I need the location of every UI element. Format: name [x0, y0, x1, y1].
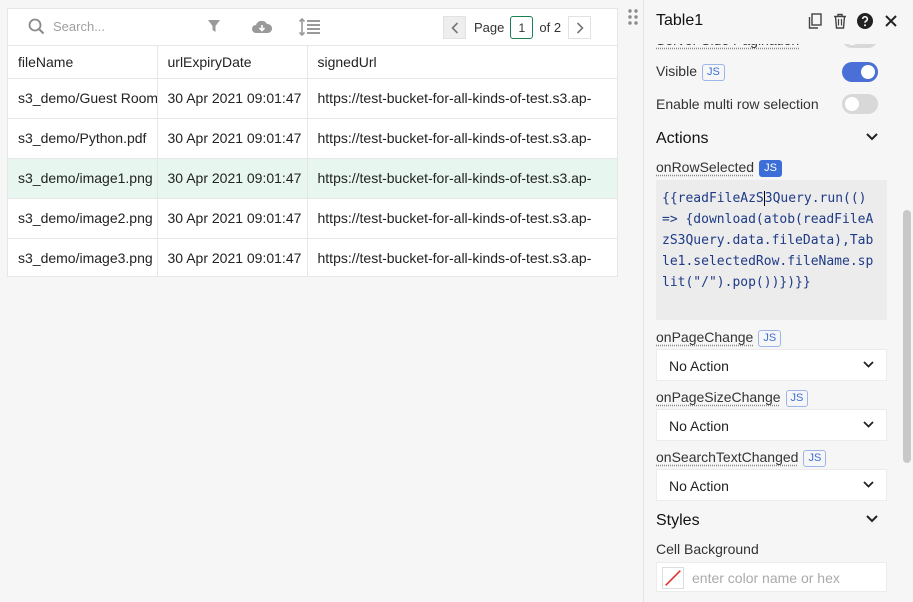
table-cell[interactable]: https://test-bucket-for-all-kinds-of-tes…	[307, 238, 617, 276]
cell-background-label: Cell Background	[656, 541, 759, 557]
close-icon[interactable]	[885, 15, 897, 27]
on-page-change-dropdown[interactable]: No Action	[656, 349, 887, 381]
help-icon[interactable]	[857, 13, 873, 29]
column-header-urlexpirydate[interactable]: urlExpiryDate	[157, 46, 308, 79]
js-toggle[interactable]: JS	[803, 450, 827, 467]
table-cell[interactable]: https://test-bucket-for-all-kinds-of-tes…	[307, 118, 617, 159]
trash-icon[interactable]	[833, 13, 847, 29]
data-table: fileName urlExpiryDate signedUrl s3_demo…	[8, 46, 617, 276]
table-row[interactable]: s3_demo/image3.png 30 Apr 2021 09:01:47 …	[8, 238, 617, 276]
search-input[interactable]: Search...	[53, 19, 105, 34]
table-row-selected[interactable]: s3_demo/image1.png 30 Apr 2021 09:01:47 …	[8, 158, 617, 199]
js-toggle[interactable]: JS	[702, 64, 725, 81]
chevron-down-icon	[863, 481, 874, 488]
row-height-icon[interactable]	[299, 18, 321, 36]
table-cell[interactable]: https://test-bucket-for-all-kinds-of-tes…	[307, 78, 617, 119]
dropdown-value: No Action	[669, 418, 729, 434]
actions-section-title[interactable]: Actions	[656, 130, 708, 148]
table-cell[interactable]: s3_demo/Python.pdf	[8, 118, 158, 159]
table-cell[interactable]: 30 Apr 2021 09:01:47	[157, 78, 308, 119]
on-row-selected-text: onRowSelected	[656, 159, 755, 175]
page-number-input[interactable]: 1	[510, 16, 534, 39]
dropdown-value: No Action	[669, 478, 729, 494]
pane-title[interactable]: Table1	[656, 12, 703, 30]
table-widget: Search... Page 1 of 2 fileName urlExpiry…	[7, 8, 618, 277]
on-page-size-change-label: onPageSizeChange JS	[656, 389, 809, 407]
table-cell[interactable]: 30 Apr 2021 09:01:47	[157, 158, 308, 199]
chevron-down-icon	[863, 361, 874, 368]
pane-scrollbar[interactable]	[903, 210, 911, 463]
table-cell[interactable]: 30 Apr 2021 09:01:47	[157, 238, 308, 276]
chevron-right-icon	[576, 21, 584, 34]
table-cell[interactable]: s3_demo/Guest Room	[8, 78, 158, 119]
color-swatch[interactable]	[662, 567, 684, 589]
header-row: fileName urlExpiryDate signedUrl	[8, 46, 617, 79]
on-row-selected-label: onRowSelected JS	[656, 159, 782, 177]
on-page-size-change-dropdown[interactable]: No Action	[656, 409, 887, 441]
chevron-down-icon	[863, 421, 874, 428]
search-icon	[28, 18, 45, 35]
on-search-text-changed-dropdown[interactable]: No Action	[656, 469, 887, 501]
chevron-down-icon[interactable]	[866, 515, 878, 523]
table-cell[interactable]: s3_demo/image2.png	[8, 198, 158, 239]
cell-background-input[interactable]: enter color name or hex	[656, 562, 887, 592]
visible-label-text: Visible	[656, 63, 697, 79]
table-row[interactable]: s3_demo/image2.png 30 Apr 2021 09:01:47 …	[8, 198, 617, 239]
table-toolbar: Search... Page 1 of 2	[8, 9, 617, 46]
on-page-change-text: onPageChange	[656, 329, 754, 345]
styles-section-title[interactable]: Styles	[656, 512, 700, 530]
drag-handle-icon[interactable]	[627, 8, 639, 26]
table-row[interactable]: s3_demo/Python.pdf 30 Apr 2021 09:01:47 …	[8, 118, 617, 159]
column-header-signedurl[interactable]: signedUrl	[307, 46, 617, 79]
table-cell[interactable]: https://test-bucket-for-all-kinds-of-tes…	[307, 158, 617, 199]
cloud-download-icon[interactable]	[251, 19, 273, 35]
on-search-text-changed-label: onSearchTextChanged JS	[656, 449, 827, 467]
chevron-down-icon[interactable]	[866, 133, 878, 141]
pane-header: Table1	[644, 0, 913, 44]
on-page-size-change-text: onPageSizeChange	[656, 389, 781, 405]
table-cell[interactable]: 30 Apr 2021 09:01:47	[157, 198, 308, 239]
on-page-change-label: onPageChange JS	[656, 329, 782, 347]
prev-page-button[interactable]	[443, 16, 466, 39]
on-row-selected-code-editor[interactable]: {{readFileAzS3Query.run(() => {download(…	[656, 180, 887, 320]
visible-toggle[interactable]	[842, 62, 878, 82]
js-toggle[interactable]: JS	[758, 330, 782, 347]
js-toggle[interactable]: JS	[785, 390, 809, 407]
table-cell[interactable]: 30 Apr 2021 09:01:47	[157, 118, 308, 159]
property-pane: Server Side Pagination Table1 VisibleJS …	[643, 0, 913, 602]
pagination: Page 1 of 2	[443, 16, 592, 39]
table-cell[interactable]: s3_demo/image3.png	[8, 238, 158, 276]
table-row[interactable]: s3_demo/Guest Room 30 Apr 2021 09:01:47 …	[8, 78, 617, 119]
on-search-text-changed-text: onSearchTextChanged	[656, 449, 799, 465]
column-header-filename[interactable]: fileName	[8, 46, 158, 79]
cell-background-placeholder: enter color name or hex	[692, 570, 840, 586]
page-label: Page	[474, 20, 505, 35]
table-cell[interactable]: s3_demo/image1.png	[8, 158, 158, 199]
visible-label: Visible JS	[656, 63, 725, 81]
js-toggle[interactable]: JS	[759, 160, 782, 177]
filter-icon[interactable]	[207, 18, 221, 34]
table-cell[interactable]: https://test-bucket-for-all-kinds-of-tes…	[307, 198, 617, 239]
dropdown-value: No Action	[669, 358, 729, 374]
multi-row-selection-toggle[interactable]	[842, 94, 878, 114]
copy-icon[interactable]	[808, 13, 822, 29]
code-text: {{readFileAzS	[662, 191, 764, 206]
search-box[interactable]: Search...	[28, 18, 105, 35]
next-page-button[interactable]	[568, 16, 592, 39]
multi-row-selection-label: Enable multi row selection	[656, 96, 819, 112]
chevron-left-icon	[450, 21, 458, 34]
page-total-label: of 2	[539, 20, 562, 35]
